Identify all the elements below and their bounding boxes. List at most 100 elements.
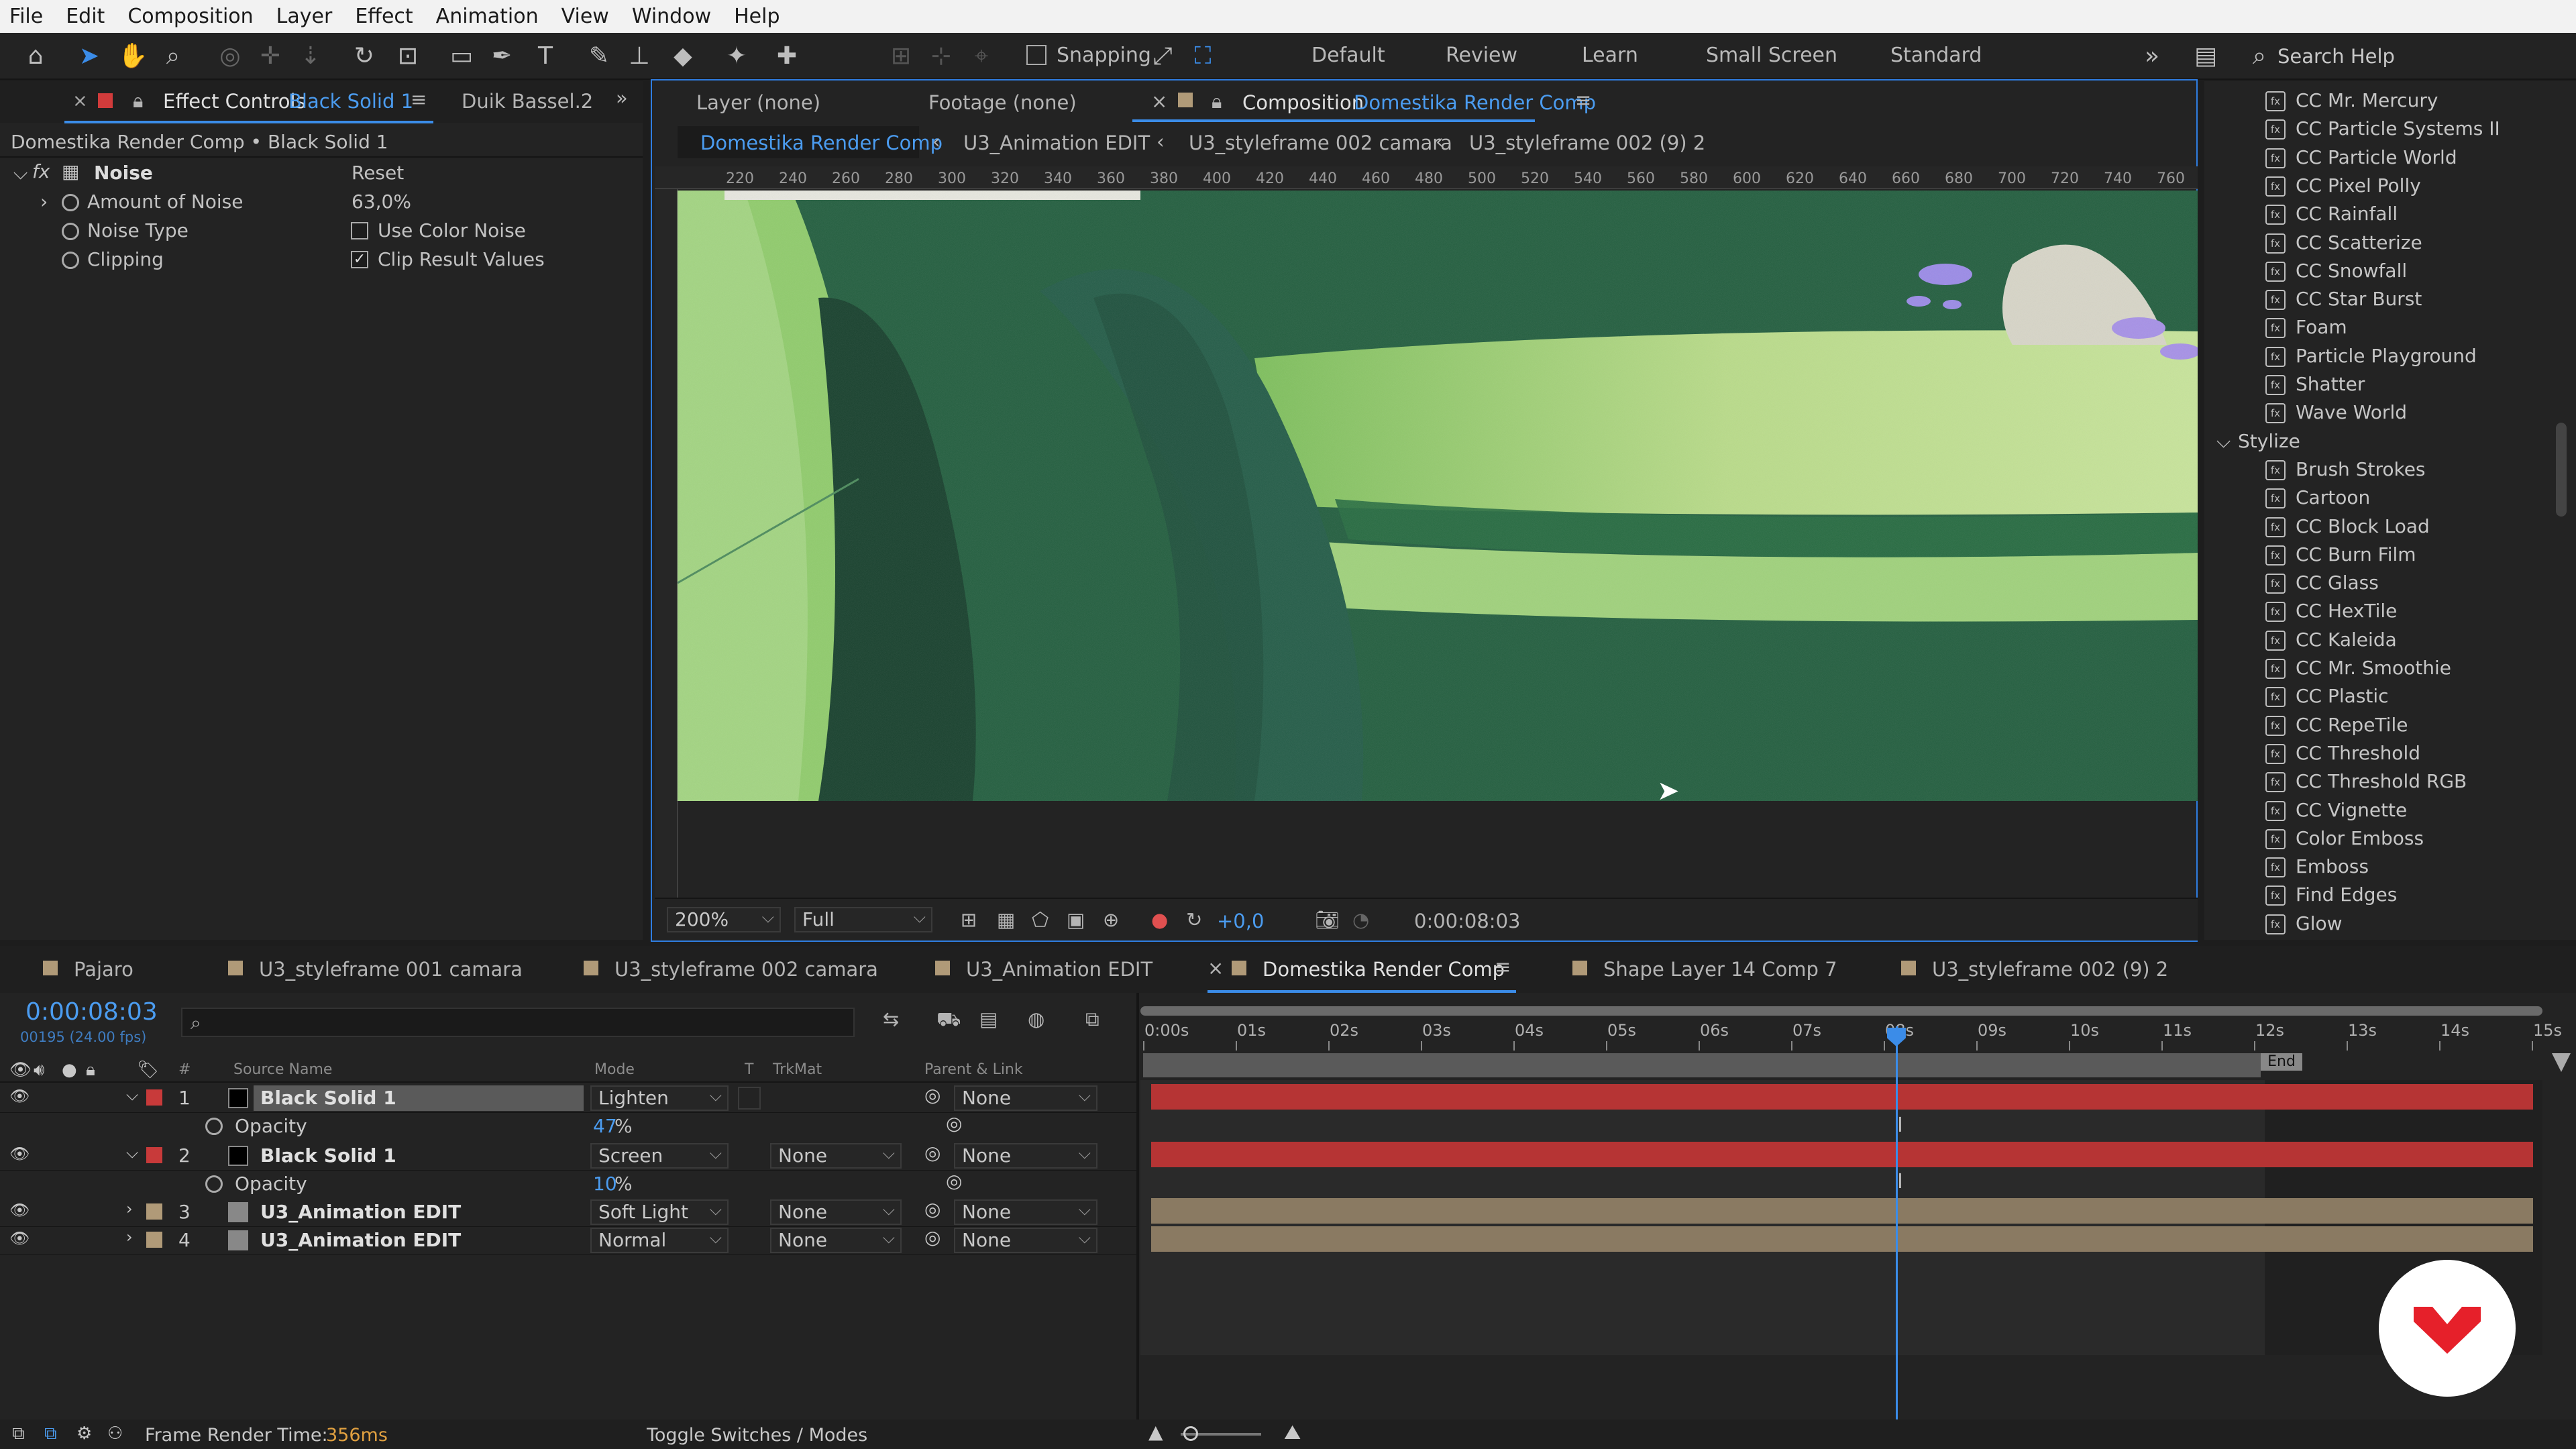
stopwatch-icon[interactable] <box>205 1118 223 1135</box>
label-tag-icon[interactable]: 🏷︎ <box>137 1060 159 1080</box>
menu-item-file[interactable]: File <box>9 5 43 28</box>
keyframe-marker-icon[interactable]: I <box>1897 1114 1903 1137</box>
effect-list-item[interactable]: CC RepeTile <box>2296 714 2408 736</box>
puppet-pin-icon[interactable]: ✚ <box>771 41 802 72</box>
timeline-tab[interactable]: Pajaro <box>74 958 133 981</box>
column-trkmat[interactable]: TrkMat <box>773 1061 822 1078</box>
snapshot-icon[interactable]: 📷︎ <box>1315 908 1340 932</box>
close-icon[interactable]: × <box>1151 90 1167 113</box>
effect-list-item[interactable]: Glow <box>2296 912 2343 934</box>
effect-category[interactable]: Stylize <box>2238 430 2300 452</box>
snapping-checkbox[interactable] <box>1026 45 1046 65</box>
viewer-timecode[interactable]: 0:00:08:03 <box>1414 910 1520 932</box>
opacity-value[interactable]: 47 <box>593 1115 617 1137</box>
exposure-value[interactable]: +0,0 <box>1217 910 1264 932</box>
comp-flowchart-icon[interactable]: ⇆ <box>883 1008 899 1030</box>
hand-tool-icon[interactable]: ✋ <box>117 41 148 72</box>
composition-canvas[interactable] <box>678 191 2198 801</box>
search-help-input[interactable]: Search Help <box>2277 42 2573 72</box>
effect-controls-tab-label[interactable]: Effect Controls <box>163 90 306 113</box>
workspace-default[interactable]: Default <box>1311 44 1385 67</box>
clip-result-checkbox[interactable]: ✓ <box>351 251 368 268</box>
timeline-search-input[interactable]: ⌕ <box>181 1008 855 1037</box>
layer-name[interactable]: U3_Animation EDIT <box>260 1201 461 1223</box>
effect-list-item[interactable]: CC Block Load <box>2296 515 2430 537</box>
brush-tool-icon[interactable]: ✎ <box>584 41 614 72</box>
graph-editor-icon[interactable]: ⧉ <box>1085 1008 1099 1031</box>
parent-dropdown[interactable]: None <box>954 1198 1097 1225</box>
preserve-transparency-checkbox[interactable] <box>738 1087 761 1110</box>
audio-switch-icon[interactable]: 🔊︎ <box>34 1060 44 1081</box>
use-color-noise-checkbox[interactable] <box>351 222 368 239</box>
show-snapshot-icon[interactable]: ◔ <box>1352 908 1369 931</box>
frame-blending-icon[interactable]: ▤ <box>979 1008 998 1030</box>
layer-row[interactable]: 👁︎ ⌵ 1 Black Solid 1 Lighten ◎ None <box>0 1084 1138 1113</box>
fast-preview-icon[interactable]: ⊞ <box>961 908 977 931</box>
menu-item-layer[interactable]: Layer <box>276 5 333 28</box>
menu-item-effect[interactable]: Effect <box>355 5 413 28</box>
close-icon[interactable]: × <box>1208 957 1224 979</box>
clone-stamp-icon[interactable]: ⊥ <box>624 41 655 72</box>
snap-icon[interactable]: ⤢ <box>1147 41 1178 72</box>
effect-list-item[interactable]: CC Scatterize <box>2296 231 2422 254</box>
zoom-dropdown[interactable]: 200% <box>667 906 781 932</box>
effect-list-item[interactable]: CC Particle Systems II <box>2296 117 2500 140</box>
blend-mode-dropdown[interactable]: Lighten <box>590 1084 729 1111</box>
home-icon[interactable]: ⌂ <box>20 41 51 72</box>
effect-list-item[interactable]: Wave World <box>2296 401 2407 423</box>
orbit-tool-icon[interactable]: ◎ <box>215 41 246 72</box>
eraser-tool-icon[interactable]: ◆ <box>667 41 698 72</box>
dolly-tool-icon[interactable]: ⇣ <box>295 41 326 72</box>
effect-list-item[interactable]: CC Star Burst <box>2296 288 2422 310</box>
channel-icon[interactable]: ● <box>1151 908 1168 931</box>
effect-list-item[interactable]: Find Edges <box>2296 883 2397 906</box>
rectangle-tool-icon[interactable]: ▭ <box>446 41 477 72</box>
menu-item-help[interactable]: Help <box>734 5 780 28</box>
motion-blur-icon[interactable]: ◍ <box>1028 1008 1044 1030</box>
snap-grid-icon[interactable]: ⛶ <box>1187 41 1218 72</box>
reset-link[interactable]: Reset <box>352 162 404 184</box>
effect-list-item[interactable]: CC Snowfall <box>2296 260 2407 282</box>
work-area-bar[interactable] <box>1140 1006 2542 1016</box>
eye-icon[interactable]: 👁︎ <box>9 1201 30 1220</box>
layer-name[interactable]: Black Solid 1 <box>260 1144 396 1167</box>
effect-list-item[interactable]: CC Mr. Mercury <box>2296 89 2438 111</box>
layer-label-color[interactable] <box>146 1089 162 1106</box>
opacity-value[interactable]: 10 <box>593 1173 617 1195</box>
effect-list-item[interactable]: CC Particle World <box>2296 146 2457 168</box>
effect-list-item[interactable]: Emboss <box>2296 855 2369 877</box>
duik-tab[interactable]: Duik Bassel.2 <box>462 90 593 113</box>
collapse-arrow-icon[interactable]: ⌵ <box>13 162 28 184</box>
timeline-tab[interactable]: Shape Layer 14 Comp 7 <box>1603 958 1837 981</box>
trkmat-dropdown[interactable]: None <box>770 1226 902 1253</box>
more-tabs-icon[interactable]: » <box>616 87 628 109</box>
effect-list-item[interactable]: Shatter <box>2296 373 2365 395</box>
effect-list-item[interactable]: Cartoon <box>2296 486 2370 508</box>
timeline-end-arrow-icon[interactable] <box>2552 1053 2571 1072</box>
zoom-slider-thumb[interactable] <box>1183 1426 1198 1441</box>
expand-arrow-icon[interactable]: › <box>40 191 48 213</box>
breadcrumb-item[interactable]: U3_styleframe 002 (9) 2 <box>1469 131 1705 154</box>
comp-tab-name[interactable]: Domestika Render Comp <box>1354 91 1596 114</box>
collapse-arrow-icon[interactable]: ⌵ <box>2216 430 2231 453</box>
menu-item-edit[interactable]: Edit <box>66 5 105 28</box>
trkmat-dropdown[interactable]: None <box>770 1198 902 1225</box>
blend-mode-dropdown[interactable]: Screen <box>590 1142 729 1169</box>
eye-icon[interactable]: 👁︎ <box>9 1229 30 1248</box>
effect-list-item[interactable]: CC Vignette <box>2296 799 2407 821</box>
layer-tab[interactable]: Layer (none) <box>696 91 820 114</box>
breadcrumb-item[interactable]: U3_Animation EDIT <box>963 131 1150 154</box>
pickwhip-icon[interactable]: ◎ <box>924 1142 941 1164</box>
layer-label-color[interactable] <box>146 1203 162 1220</box>
breadcrumb-item[interactable]: U3_styleframe 002 camara <box>1189 131 1452 154</box>
timeline-tab[interactable]: U3_styleframe 002 (9) 2 <box>1932 958 2168 981</box>
effect-list-item[interactable]: CC HexTile <box>2296 600 2397 622</box>
layer-bar-1[interactable] <box>1151 1084 2533 1110</box>
roto-brush-icon[interactable]: ✦ <box>721 41 752 72</box>
panel-menu-icon[interactable]: ≡ <box>1495 955 1511 978</box>
comp-tab-prefix[interactable]: Composition <box>1242 91 1364 114</box>
panel-menu-icon[interactable]: ≡ <box>1575 89 1591 111</box>
footage-tab[interactable]: Footage (none) <box>928 91 1077 114</box>
zoom-out-icon[interactable]: ▲ <box>1148 1421 1163 1443</box>
video-switch-icon[interactable]: 👁︎ <box>9 1060 32 1080</box>
